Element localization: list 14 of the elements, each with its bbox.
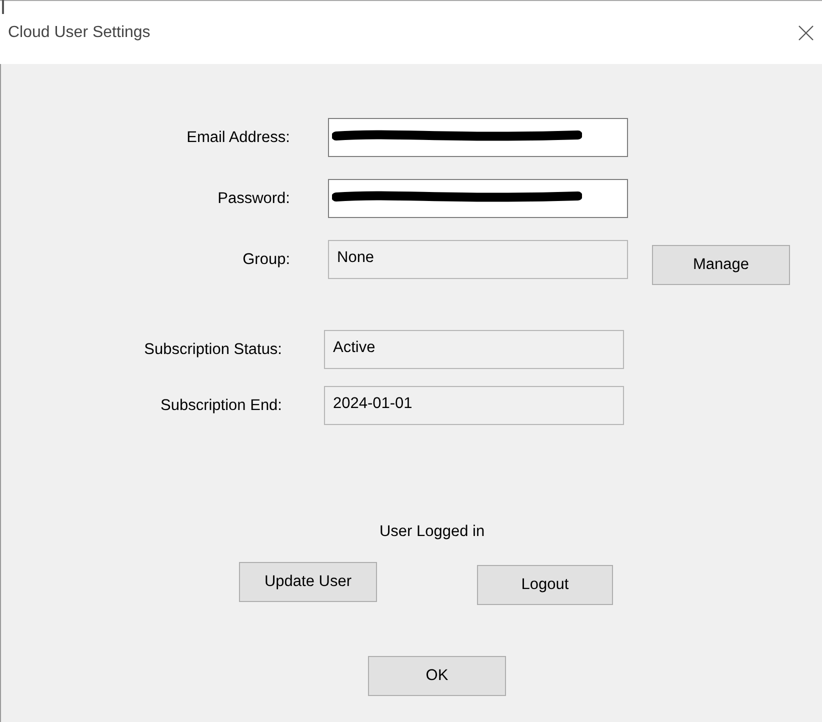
- input-field[interactable]: [328, 179, 628, 218]
- ok-button[interactable]: OK: [368, 656, 506, 696]
- action-button[interactable]: Update User: [239, 562, 377, 602]
- input-field[interactable]: [328, 118, 628, 157]
- window-title: Cloud User Settings: [8, 24, 150, 42]
- field-label: Subscription Status:: [143, 340, 282, 358]
- field-label: Password:: [216, 190, 290, 208]
- field-label: Email Address:: [186, 128, 290, 146]
- login-status-text: User Logged in: [379, 523, 485, 541]
- field-label: Group:: [242, 250, 290, 268]
- close-icon[interactable]: [798, 24, 814, 40]
- manage-button[interactable]: Manage: [652, 245, 790, 285]
- field-label: Subscription End:: [160, 396, 282, 414]
- action-button[interactable]: Logout: [477, 565, 613, 605]
